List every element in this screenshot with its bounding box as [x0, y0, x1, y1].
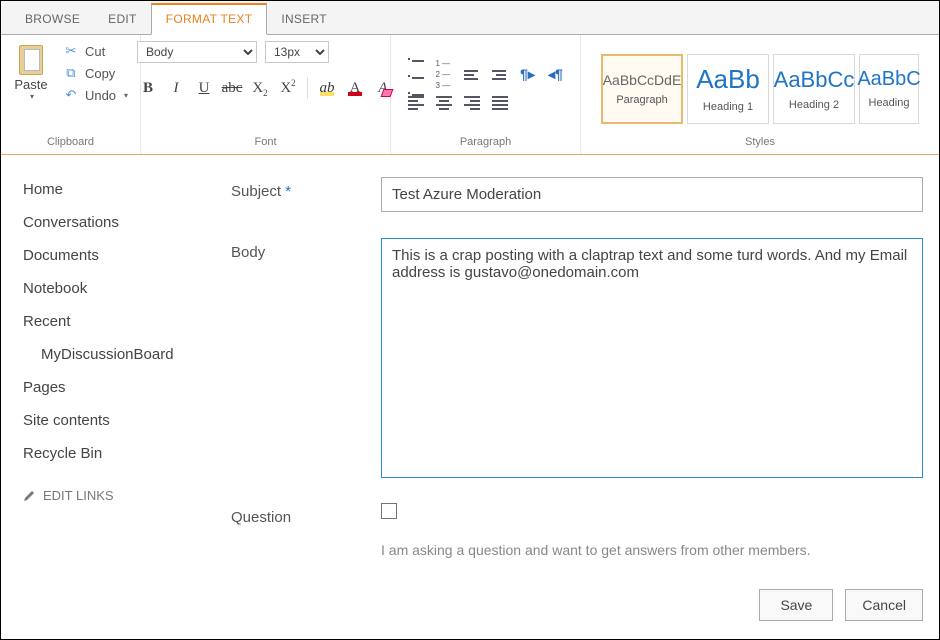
paste-button[interactable]: Paste ▾	[9, 41, 53, 101]
clear-format-button[interactable]: A	[372, 77, 394, 99]
question-help-text: I am asking a question and want to get a…	[381, 542, 923, 558]
bullet-list-button[interactable]	[404, 63, 428, 87]
group-paragraph: 1 —2 —3 — ¶▸ ◂¶ Paragraph	[391, 35, 581, 154]
copy-button[interactable]: ⧉ Copy	[59, 63, 132, 83]
nav-documents[interactable]: Documents	[23, 239, 221, 272]
chevron-down-icon: ▾	[30, 92, 34, 101]
subscript-button[interactable]: X	[249, 77, 271, 99]
bold-button[interactable]: B	[137, 77, 159, 99]
style-label: Heading 2	[789, 99, 839, 111]
undo-label: Undo	[85, 88, 116, 103]
highlight-button[interactable]: ab	[316, 77, 338, 99]
tab-browse[interactable]: BROWSE	[11, 3, 94, 34]
question-checkbox[interactable]	[381, 503, 397, 519]
rtl-button[interactable]: ◂¶	[544, 63, 568, 87]
left-nav: Home Conversations Documents Notebook Re…	[1, 155, 231, 639]
question-label: Question	[231, 503, 381, 526]
nav-recycle-bin[interactable]: Recycle Bin	[23, 437, 221, 470]
superscript-button[interactable]: X	[277, 77, 299, 99]
undo-icon: ↶	[63, 87, 79, 103]
group-styles: AaBbCcDdE Paragraph AaBb Heading 1 AaBbC…	[581, 35, 939, 154]
style-gallery: AaBbCcDdE Paragraph AaBb Heading 1 AaBbC…	[601, 54, 919, 124]
underline-button[interactable]: U	[193, 77, 215, 99]
style-heading[interactable]: AaBbC Heading	[859, 54, 919, 124]
edit-links-label: EDIT LINKS	[43, 488, 114, 503]
italic-button[interactable]: I	[165, 77, 187, 99]
edit-links-button[interactable]: EDIT LINKS	[23, 488, 221, 503]
cancel-button[interactable]: Cancel	[845, 589, 923, 621]
separator	[307, 77, 308, 99]
cut-button[interactable]: ✂ Cut	[59, 41, 132, 61]
nav-mydiscussionboard[interactable]: MyDiscussionBoard	[23, 338, 221, 371]
group-paragraph-label: Paragraph	[460, 136, 511, 152]
cut-label: Cut	[85, 44, 105, 59]
paste-icon	[17, 41, 45, 75]
style-sample: AaBbCc	[774, 67, 855, 93]
group-font-label: Font	[254, 136, 276, 152]
align-right-button[interactable]	[460, 91, 484, 115]
tab-format-text[interactable]: FORMAT TEXT	[151, 3, 268, 35]
cut-icon: ✂	[63, 43, 79, 59]
ltr-button[interactable]: ¶▸	[516, 63, 540, 87]
chevron-down-icon: ▾	[124, 91, 128, 100]
ribbon: Paste ▾ ✂ Cut ⧉ Copy ↶ Undo ▾ Clipboar	[1, 35, 939, 155]
font-size-select[interactable]: 13px	[265, 41, 329, 63]
style-paragraph[interactable]: AaBbCcDdE Paragraph	[601, 54, 683, 124]
indent-button[interactable]	[488, 63, 512, 87]
nav-recent[interactable]: Recent	[23, 305, 221, 338]
group-clipboard: Paste ▾ ✂ Cut ⧉ Copy ↶ Undo ▾ Clipboar	[1, 35, 141, 154]
nav-pages[interactable]: Pages	[23, 371, 221, 404]
outdent-button[interactable]	[460, 63, 484, 87]
style-label: Paragraph	[616, 94, 667, 106]
strikethrough-button[interactable]: abc	[221, 77, 243, 99]
save-button[interactable]: Save	[759, 589, 833, 621]
align-left-button[interactable]	[404, 91, 428, 115]
style-heading-1[interactable]: AaBb Heading 1	[687, 54, 769, 124]
nav-home[interactable]: Home	[23, 173, 221, 206]
style-sample: AaBb	[696, 64, 760, 95]
group-styles-label: Styles	[745, 136, 775, 152]
tab-insert[interactable]: INSERT	[267, 3, 341, 34]
copy-label: Copy	[85, 66, 115, 81]
style-heading-2[interactable]: AaBbCc Heading 2	[773, 54, 855, 124]
style-sample: AaBbC	[857, 68, 920, 91]
copy-icon: ⧉	[63, 65, 79, 81]
tab-edit[interactable]: EDIT	[94, 3, 151, 34]
style-label: Heading 1	[703, 101, 753, 113]
style-label: Heading	[869, 97, 910, 109]
ribbon-tabs: BROWSE EDIT FORMAT TEXT INSERT	[1, 1, 939, 35]
nav-site-contents[interactable]: Site contents	[23, 404, 221, 437]
subject-label: Subject *	[231, 177, 381, 200]
group-clipboard-label: Clipboard	[47, 136, 94, 152]
subject-input[interactable]	[381, 177, 923, 212]
body-editor[interactable]: This is a crap posting with a claptrap t…	[381, 238, 923, 478]
font-color-button[interactable]: A	[344, 77, 366, 99]
nav-notebook[interactable]: Notebook	[23, 272, 221, 305]
undo-button[interactable]: ↶ Undo ▾	[59, 85, 132, 105]
number-list-button[interactable]: 1 —2 —3 —	[432, 63, 456, 87]
body-label: Body	[231, 238, 381, 261]
align-justify-button[interactable]	[488, 91, 512, 115]
discussion-form: Subject * Body This is a crap posting wi…	[231, 155, 939, 639]
group-font: Body 13px B I U abc X X ab A A Font	[141, 35, 391, 154]
paste-label: Paste	[14, 77, 47, 92]
style-sample: AaBbCcDdE	[603, 72, 682, 88]
align-center-button[interactable]	[432, 91, 456, 115]
nav-conversations[interactable]: Conversations	[23, 206, 221, 239]
pencil-icon	[23, 490, 35, 502]
font-name-select[interactable]: Body	[137, 41, 257, 63]
